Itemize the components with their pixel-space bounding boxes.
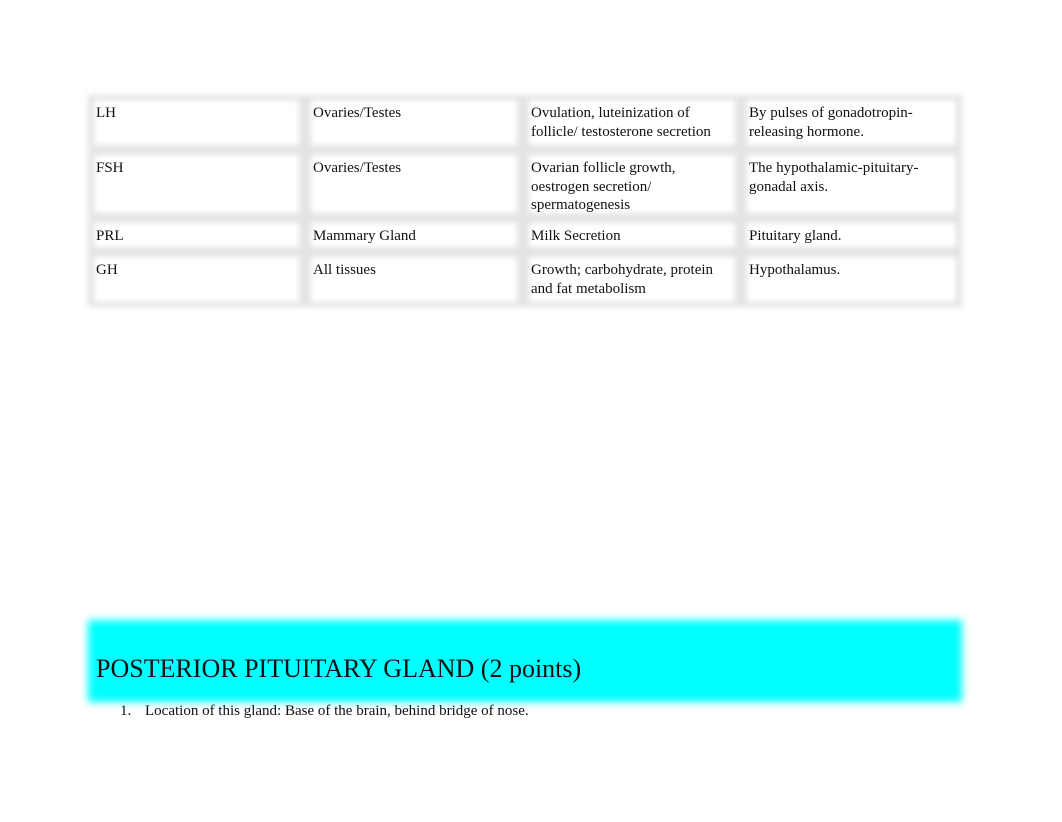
table-cell: Ovulation, luteinization of follicle/ te…	[531, 105, 711, 140]
table-cell: Hypothalamus.	[749, 262, 841, 278]
list-item: 1. Location of this gland: Base of the br…	[120, 703, 529, 720]
table-cell: Ovarian follicle growth, oestrogen secre…	[531, 160, 676, 213]
table-cell: Ovaries/Testes	[313, 160, 402, 176]
table-cell: Ovaries/Testes	[313, 105, 402, 121]
table-cell: Milk Secretion	[531, 228, 621, 244]
table-cell: GH	[96, 262, 118, 278]
question-list: 1. Location of this gland: Base of the br…	[120, 703, 529, 720]
table-cell: Pituitary gland.	[749, 228, 842, 244]
table-cell: All tissues	[313, 262, 376, 278]
list-number: 1.	[120, 703, 132, 719]
list-text: Location of this gland: Base of the brai…	[145, 703, 529, 719]
table-cell: Growth; carbohydrate, protein and fat me…	[531, 262, 714, 297]
table-cell: FSH	[96, 160, 124, 176]
table-cell: LH	[96, 105, 116, 121]
table-cell: By pulses of gonadotropin-releasing horm…	[749, 105, 913, 140]
table-cell: Mammary Gland	[313, 228, 416, 244]
table-cell: The hypothalamic-pituitary-gonadal axis.	[749, 160, 919, 195]
table-cell: PRL	[96, 228, 124, 244]
section-heading: POSTERIOR PITUITARY GLAND (2 points)	[96, 654, 582, 683]
